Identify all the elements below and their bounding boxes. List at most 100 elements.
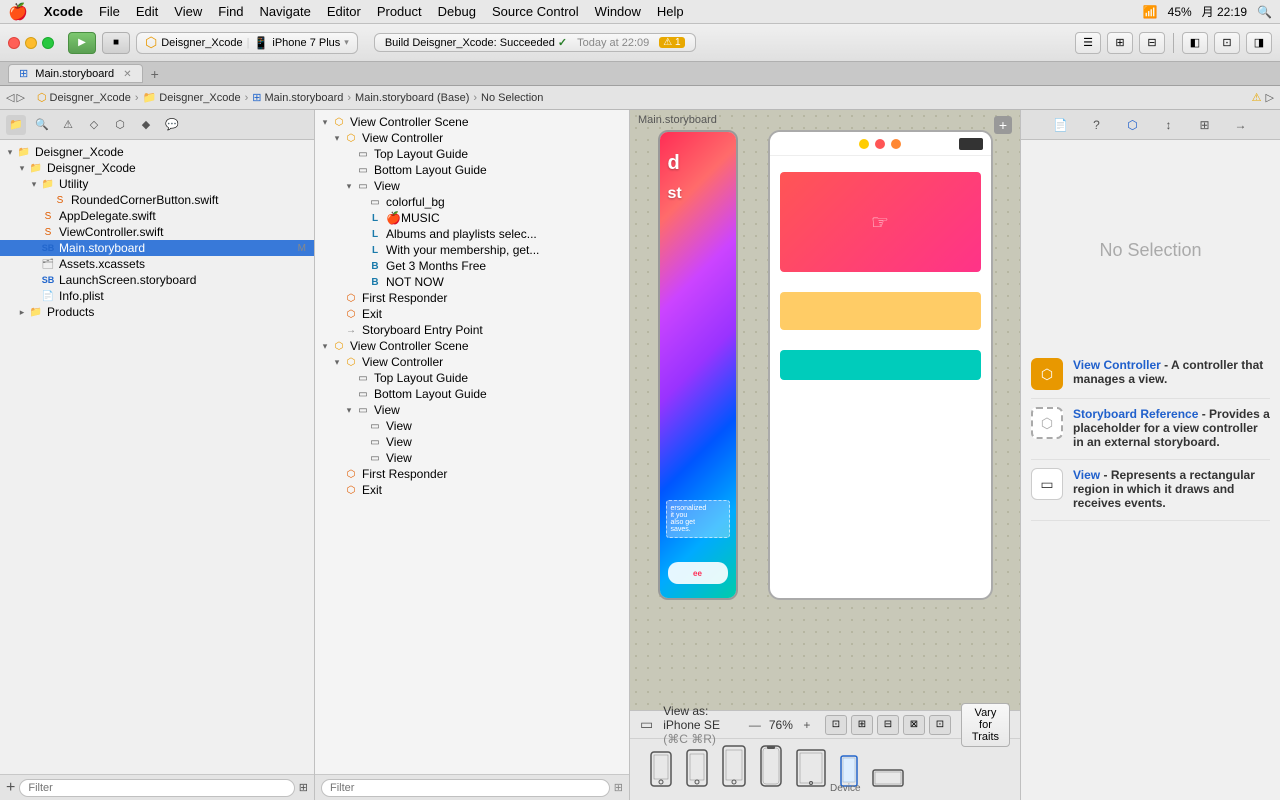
maximize-button[interactable]: [42, 37, 54, 49]
device-option-iphone-8plus[interactable]: [722, 745, 746, 787]
device-option-ipad[interactable]: [796, 749, 826, 787]
tree-item-sub[interactable]: 📁 Deisgner_Xcode: [0, 160, 314, 176]
menu-window[interactable]: Window: [595, 4, 641, 19]
apple-menu[interactable]: 🍎: [8, 2, 28, 22]
outline-toplayout2[interactable]: ▭ Top Layout Guide: [315, 370, 629, 386]
filter-options-icon[interactable]: ⊞: [299, 781, 308, 794]
outline-vc2[interactable]: ⬡ View Controller: [315, 354, 629, 370]
outline-bottomlayout1[interactable]: ▭ Bottom Layout Guide: [315, 162, 629, 178]
outline-exit1[interactable]: ⬡ Exit: [315, 306, 629, 322]
device-option-iphone-x[interactable]: [760, 745, 782, 787]
pink-rectangle[interactable]: ☞: [780, 172, 981, 272]
editor-standard-button[interactable]: ☰: [1075, 32, 1101, 54]
tree-item-assets[interactable]: 🗂 Assets.xcassets: [0, 256, 314, 272]
outline-responder1[interactable]: ⬡ First Responder: [315, 290, 629, 306]
outline-view2c[interactable]: ▭ View: [315, 450, 629, 466]
tree-item-utility[interactable]: 📁 Utility: [0, 176, 314, 192]
file-tab-main-storyboard[interactable]: ⊞ Main.storyboard ✕: [8, 64, 143, 83]
warning-indicator[interactable]: ⚠: [1252, 91, 1262, 104]
menu-view[interactable]: View: [174, 4, 202, 19]
menu-navigate[interactable]: Navigate: [260, 4, 311, 19]
spotlight-icon[interactable]: 🔍: [1257, 5, 1272, 19]
search-nav-icon[interactable]: 🔍: [32, 115, 52, 135]
navigator-filter-input[interactable]: [19, 779, 294, 797]
inspector-item-ref[interactable]: ⬡ Storyboard Reference - Provides a plac…: [1031, 399, 1270, 460]
folder-nav-icon[interactable]: 📁: [6, 115, 26, 135]
phone-mockup-1[interactable]: ●● d st ersonalized it you also get save…: [658, 130, 738, 600]
test-nav-icon[interactable]: ◇: [84, 115, 104, 135]
view-options-btn[interactable]: ⊡: [929, 715, 951, 735]
outline-scene2[interactable]: ⬡ View Controller Scene: [315, 338, 629, 354]
outline-entrypoint[interactable]: → Storyboard Entry Point: [315, 322, 629, 338]
quick-help-icon[interactable]: ?: [1086, 114, 1108, 136]
tab-close-icon[interactable]: ✕: [123, 69, 131, 80]
connections-inspector-icon[interactable]: →: [1230, 114, 1252, 136]
minimize-button[interactable]: [25, 37, 37, 49]
outline-get3months[interactable]: B Get 3 Months Free: [315, 258, 629, 274]
menu-find[interactable]: Find: [218, 4, 243, 19]
report-nav-icon[interactable]: 💬: [162, 115, 182, 135]
outline-scene1[interactable]: ⬡ View Controller Scene: [315, 114, 629, 130]
outline-view2a[interactable]: ▭ View: [315, 418, 629, 434]
breadcrumb-item-4[interactable]: No Selection: [481, 92, 543, 104]
outline-filter-input[interactable]: [321, 779, 610, 797]
zoom-in-button[interactable]: +: [799, 717, 815, 733]
debug-toggle[interactable]: ⊡: [1214, 32, 1240, 54]
canvas-area[interactable]: Main.storyboard + ●● d st ersonalized it…: [630, 110, 1020, 800]
orange-rectangle[interactable]: [780, 292, 981, 330]
file-inspector-icon[interactable]: 📄: [1050, 114, 1072, 136]
tab-add-button[interactable]: +: [151, 66, 159, 82]
outline-view2b[interactable]: ▭ View: [315, 434, 629, 450]
outline-view1[interactable]: ▭ View: [315, 178, 629, 194]
navigator-toggle[interactable]: ◧: [1182, 32, 1208, 54]
outline-vc1[interactable]: ⬡ View Controller: [315, 130, 629, 146]
filter-add-icon[interactable]: +: [6, 779, 15, 797]
identity-inspector-icon[interactable]: ⬡: [1122, 114, 1144, 136]
app-name[interactable]: Xcode: [44, 4, 83, 19]
size-btn[interactable]: ⊟: [877, 715, 899, 735]
editor-assistant-button[interactable]: ⊞: [1107, 32, 1133, 54]
tree-item-viewcontroller-swift[interactable]: S ViewController.swift: [0, 224, 314, 240]
tree-item-main-storyboard[interactable]: SB Main.storyboard M: [0, 240, 314, 256]
more-btn[interactable]: ⊠: [903, 715, 925, 735]
stop-button[interactable]: ■: [102, 32, 130, 54]
tree-item-appdelegate[interactable]: S AppDelegate.swift: [0, 208, 314, 224]
scheme-selector[interactable]: ⬡ Deisgner_Xcode | 📱 iPhone 7 Plus ▾: [136, 32, 358, 54]
tree-item-rounded[interactable]: S RoundedCornerButton.swift: [0, 192, 314, 208]
outline-applemusic[interactable]: L 🍎MUSIC: [315, 210, 629, 226]
menu-product[interactable]: Product: [377, 4, 422, 19]
device-option-landscape[interactable]: [872, 769, 904, 787]
outline-albums[interactable]: L Albums and playlists selec...: [315, 226, 629, 242]
breadcrumb-item-1[interactable]: 📁 Deisgner_Xcode: [143, 91, 241, 104]
fit-screen-btn[interactable]: ⊡: [825, 715, 847, 735]
menu-source-control[interactable]: Source Control: [492, 4, 579, 19]
menu-debug[interactable]: Debug: [438, 4, 476, 19]
breadcrumb-item-0[interactable]: ⬡ Deisgner_Xcode: [37, 91, 131, 104]
menu-help[interactable]: Help: [657, 4, 684, 19]
tree-item-products[interactable]: 📁 Products: [0, 304, 314, 320]
close-button[interactable]: [8, 37, 20, 49]
breadcrumb-item-3[interactable]: Main.storyboard (Base): [355, 92, 469, 104]
device-option-iphone-8[interactable]: [686, 749, 708, 787]
zoom-fit-btn[interactable]: ⊞: [851, 715, 873, 735]
outline-responder2[interactable]: ⬡ First Responder: [315, 466, 629, 482]
teal-rectangle[interactable]: [780, 350, 981, 380]
outline-view2[interactable]: ▭ View: [315, 402, 629, 418]
attributes-inspector-icon[interactable]: ↕: [1158, 114, 1180, 136]
breadcrumb-nav-back[interactable]: ◁: [6, 91, 14, 104]
inspector-item-vc[interactable]: ⬡ View Controller - A controller that ma…: [1031, 350, 1270, 399]
tree-item-root[interactable]: 📁 Deisgner_Xcode: [0, 144, 314, 160]
tree-item-infoplist[interactable]: 📄 Info.plist: [0, 288, 314, 304]
zoom-out-button[interactable]: —: [747, 717, 763, 733]
size-inspector-icon[interactable]: ⊞: [1194, 114, 1216, 136]
outline-notnow[interactable]: B NOT NOW: [315, 274, 629, 290]
device-option-iphone-se[interactable]: [650, 751, 672, 787]
menu-editor[interactable]: Editor: [327, 4, 361, 19]
outline-bottomlayout2[interactable]: ▭ Bottom Layout Guide: [315, 386, 629, 402]
menu-edit[interactable]: Edit: [136, 4, 158, 19]
breadcrumb-nav-fwd[interactable]: ▷: [16, 91, 24, 104]
inspector-item-view[interactable]: ▭ View - Represents a rectangular region…: [1031, 460, 1270, 521]
phone-mockup-2[interactable]: ☞: [768, 130, 993, 600]
outline-colorbg[interactable]: ▭ colorful_bg: [315, 194, 629, 210]
outline-membership[interactable]: L With your membership, get...: [315, 242, 629, 258]
